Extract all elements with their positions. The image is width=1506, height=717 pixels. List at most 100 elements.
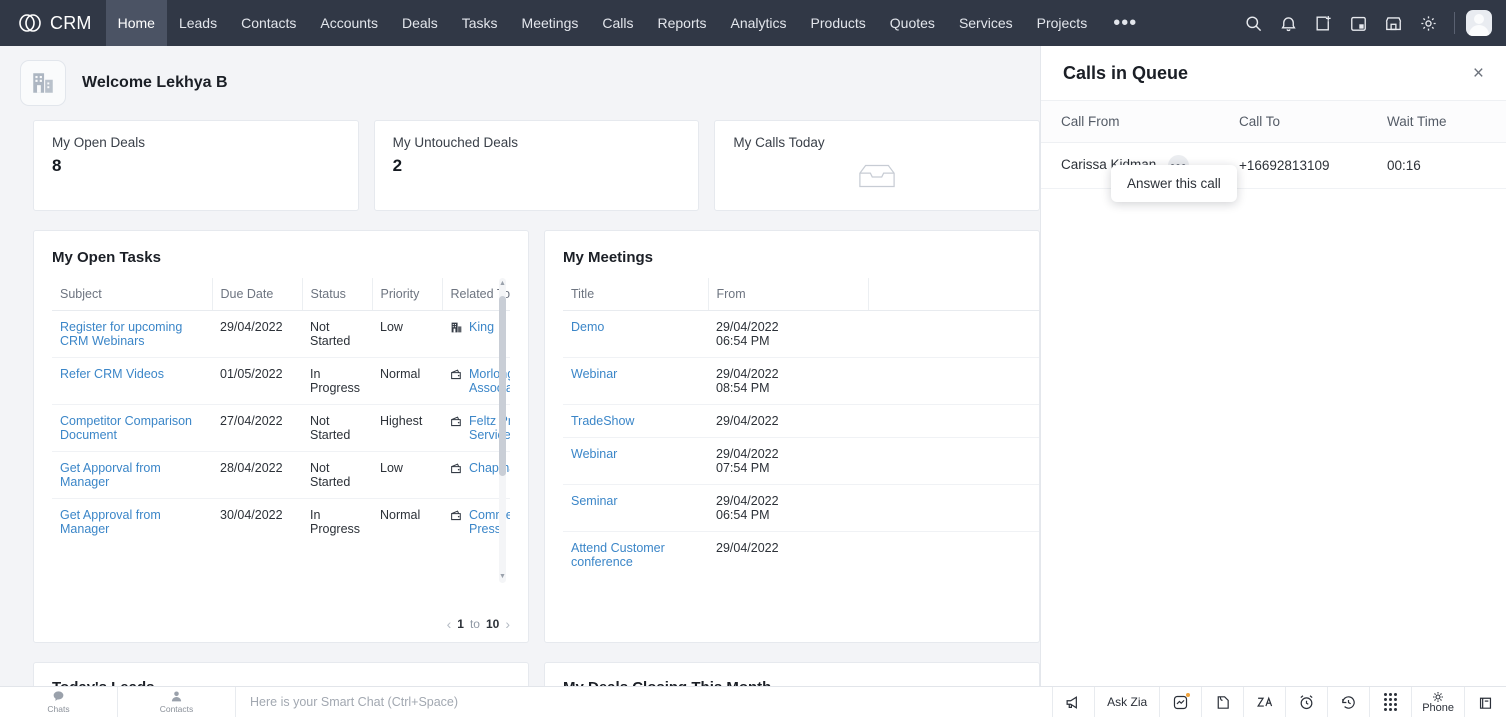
tasks-scrollbar[interactable]: ▲ ▼ xyxy=(499,278,506,583)
kpi-card-my-untouched-deals[interactable]: My Untouched Deals 2 xyxy=(373,120,700,211)
table-row: Get Apporval from Manager 28/04/2022 Not S… xyxy=(52,451,510,499)
bottombar-tab-chats[interactable]: Chats xyxy=(0,687,118,717)
calendar-icon[interactable] xyxy=(1343,8,1373,38)
my-deals-closing-title: My Deals Closing This Month xyxy=(545,663,1039,686)
close-icon[interactable]: × xyxy=(1473,64,1484,83)
kpi-value: 8 xyxy=(52,156,62,175)
nav-tab-projects[interactable]: Projects xyxy=(1025,0,1100,46)
person-icon xyxy=(171,691,182,702)
megaphone-icon[interactable] xyxy=(1052,687,1094,717)
welcome-header: Welcome Lekhya B xyxy=(0,46,1040,106)
nav-tab-deals[interactable]: Deals xyxy=(390,0,450,46)
scroll-up-arrow[interactable]: ▲ xyxy=(499,280,506,288)
task-subject-link[interactable]: Competitor Comparison Document xyxy=(60,414,192,442)
task-priority-cell: Normal xyxy=(380,508,421,522)
nav-tab-reports[interactable]: Reports xyxy=(645,0,718,46)
phone-settings-button[interactable]: Phone xyxy=(1411,687,1464,717)
table-row: Competitor Comparison Document 27/04/2022… xyxy=(52,404,510,452)
task-subject-link[interactable]: Get Apporval from Manager xyxy=(60,461,161,489)
bell-icon[interactable] xyxy=(1273,8,1303,38)
nav-more-button[interactable]: ••• xyxy=(1099,0,1151,46)
kpi-card-my-calls-today[interactable]: My Calls Today xyxy=(714,120,1040,211)
task-due-date-cell: 30/04/2022 xyxy=(220,508,283,522)
todays-leads-panel: Today's Leads xyxy=(33,662,529,686)
tasks-col-priority[interactable]: Priority xyxy=(372,278,443,311)
meeting-title-link[interactable]: TradeShow xyxy=(571,414,634,428)
tag-icon[interactable] xyxy=(1201,687,1243,717)
task-status-cell: In Progress xyxy=(310,508,361,536)
tasks-header-row: Subject Due Date Status Priority Related… xyxy=(52,278,510,311)
tasks-col-status[interactable]: Status xyxy=(302,278,373,311)
gear-icon[interactable] xyxy=(1413,8,1443,38)
meeting-title-cell: Attend Customer conference xyxy=(563,532,708,579)
task-subject-link[interactable]: Register for upcoming CRM Webinars xyxy=(60,320,182,348)
meeting-from-cell: 29/04/2022 07:54 PM xyxy=(708,437,868,485)
phone-label: Phone xyxy=(1422,701,1454,714)
scroll-down-arrow[interactable]: ▼ xyxy=(499,573,506,581)
meetings-table: Title From Demo 29/04/2022 06:54 PM Webina… xyxy=(563,278,1039,578)
add-note-icon[interactable] xyxy=(1308,8,1338,38)
tasks-panel-title: My Open Tasks xyxy=(52,249,161,266)
task-subject-link[interactable]: Refer CRM Videos xyxy=(60,367,164,381)
nav-tab-products[interactable]: Products xyxy=(799,0,878,46)
pager-prev-button[interactable]: ‹ xyxy=(447,616,452,632)
bottombar-tab-chats-label: Chats xyxy=(47,704,70,714)
task-status-cell: Not Started xyxy=(302,404,372,452)
meeting-spacer-cell xyxy=(868,310,1039,358)
nav-tab-home[interactable]: Home xyxy=(105,0,167,46)
kpi-card-row: My Open Deals 8 My Untouched Deals 2 My … xyxy=(0,106,1040,211)
meeting-from-cell: 29/04/2022 06:54 PM xyxy=(708,484,868,532)
meetings-col-from[interactable]: From xyxy=(708,278,869,311)
dialpad-icon[interactable] xyxy=(1369,687,1411,717)
empty-tray-icon xyxy=(715,163,1039,189)
pager-next-button[interactable]: › xyxy=(505,616,510,632)
nav-tab-contacts[interactable]: Contacts xyxy=(229,0,308,46)
chat-icon xyxy=(53,691,64,701)
answer-this-call-menu-item[interactable]: Answer this call xyxy=(1111,165,1237,202)
smart-chat-input[interactable]: Here is your Smart Chat (Ctrl+Space) xyxy=(236,687,1052,717)
bottombar-tab-contacts[interactable]: Contacts xyxy=(118,687,236,717)
scrollbar-thumb[interactable] xyxy=(499,296,506,476)
ask-zia-button[interactable]: Ask Zia xyxy=(1094,687,1159,717)
brand-logo[interactable]: CRM xyxy=(0,0,106,46)
nav-tab-quotes[interactable]: Quotes xyxy=(878,0,947,46)
meeting-title-link[interactable]: Seminar xyxy=(571,494,618,508)
gear-icon xyxy=(1433,691,1444,702)
bottom-status-bar: Chats Contacts Here is your Smart Chat (… xyxy=(0,686,1506,717)
my-open-tasks-panel: My Open Tasks Subject Due Date Status Pr… xyxy=(33,230,529,643)
archive-icon[interactable] xyxy=(1464,687,1506,717)
nav-tab-meetings[interactable]: Meetings xyxy=(510,0,591,46)
nav-tab-analytics[interactable]: Analytics xyxy=(719,0,799,46)
analytics-badge-icon[interactable] xyxy=(1159,687,1201,717)
meeting-title-link[interactable]: Attend Customer conference xyxy=(571,541,665,569)
meeting-title-link[interactable]: Webinar xyxy=(571,447,617,461)
tasks-col-due-date[interactable]: Due Date xyxy=(212,278,303,311)
meetings-col-title[interactable]: Title xyxy=(563,278,709,311)
nav-tab-tasks[interactable]: Tasks xyxy=(450,0,510,46)
nav-tab-leads[interactable]: Leads xyxy=(167,0,229,46)
my-deals-closing-panel: My Deals Closing This Month xyxy=(544,662,1040,686)
zia-signature-icon[interactable] xyxy=(1243,687,1285,717)
marketplace-icon[interactable] xyxy=(1378,8,1408,38)
todays-leads-title: Today's Leads xyxy=(34,663,528,686)
calls-header-row: Call From Call To Wait Time xyxy=(1041,101,1506,143)
meeting-title-link[interactable]: Demo xyxy=(571,320,604,334)
table-row: Register for upcoming CRM Webinars 29/04/… xyxy=(52,310,510,358)
tasks-col-subject[interactable]: Subject xyxy=(52,278,213,311)
nav-tab-accounts[interactable]: Accounts xyxy=(308,0,390,46)
task-priority-cell: Highest xyxy=(372,404,442,452)
meeting-title-link[interactable]: Webinar xyxy=(571,367,617,381)
task-status-cell: Not Started xyxy=(302,310,372,358)
alarm-clock-icon[interactable] xyxy=(1285,687,1327,717)
task-subject-link[interactable]: Get Approval from Manager xyxy=(60,508,161,536)
deal-icon xyxy=(450,414,463,431)
nav-tab-calls[interactable]: Calls xyxy=(590,0,645,46)
user-avatar[interactable] xyxy=(1466,10,1492,36)
kpi-card-my-open-deals[interactable]: My Open Deals 8 xyxy=(33,120,359,211)
search-icon[interactable] xyxy=(1238,8,1268,38)
nav-tab-services[interactable]: Services xyxy=(947,0,1025,46)
task-related-link[interactable]: King xyxy=(469,320,494,334)
task-subject-cell: Competitor Comparison Document xyxy=(52,404,212,452)
table-row: Refer CRM Videos 01/05/2022 In Progress Nor… xyxy=(52,357,510,405)
recent-history-icon[interactable] xyxy=(1327,687,1369,717)
